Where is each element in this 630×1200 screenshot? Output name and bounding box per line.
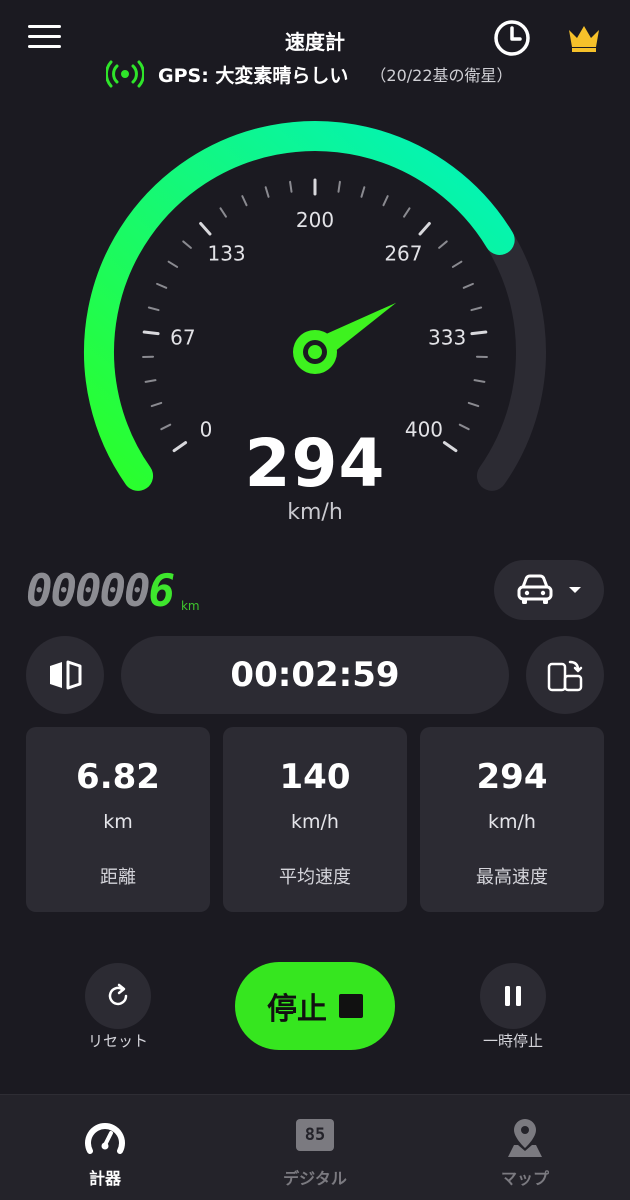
stat-card-max-speed: 294 km/h 最高速度	[420, 727, 604, 912]
gauge-tick	[337, 180, 341, 193]
odometer-unit: km	[180, 599, 200, 613]
gauge-tick	[360, 186, 366, 198]
max-speed-unit: km/h	[488, 811, 536, 833]
gauge-tick	[147, 306, 160, 312]
premium-button[interactable]	[566, 20, 602, 54]
average-speed-unit: km/h	[291, 811, 339, 833]
gps-signal-icon	[106, 60, 144, 88]
average-speed-label: 平均速度	[279, 867, 351, 888]
distance-value: 6.82	[76, 757, 160, 797]
max-speed-label: 最高速度	[476, 867, 548, 888]
gauge-tick	[199, 222, 212, 236]
bottom-navigation: 計器 85 デジタル マップ	[0, 1094, 630, 1200]
odometer: 00000 6 km	[26, 566, 200, 617]
speed-unit: km/h	[287, 500, 343, 525]
gauge-tick	[182, 240, 192, 249]
pause-icon	[505, 986, 521, 1006]
stop-button[interactable]: 停止	[235, 962, 395, 1050]
gauge-tick-label: 67	[170, 326, 195, 350]
clock-icon	[494, 20, 530, 56]
page-title: 速度計	[285, 30, 345, 54]
distance-unit: km	[103, 811, 133, 833]
nav-tab-digital-label: デジタル	[283, 1169, 347, 1188]
rotate-screen-button[interactable]	[526, 636, 604, 714]
reset-button[interactable]	[85, 963, 151, 1029]
digital-display-icon: 85	[296, 1119, 334, 1151]
gauge-tick	[438, 240, 448, 249]
gauge-tick	[451, 260, 463, 268]
gauge-needle-hub-center	[308, 345, 322, 359]
gauge-tick-label: 200	[296, 208, 334, 232]
gauge-tick	[142, 330, 160, 336]
stop-icon	[339, 994, 363, 1018]
gauge-tick	[403, 207, 411, 218]
gauge-tick	[144, 379, 157, 383]
distance-label: 距離	[100, 867, 136, 888]
speedometer-icon	[85, 1123, 125, 1154]
gauge-tick	[467, 401, 480, 408]
gauge-tick	[241, 195, 248, 207]
gps-satellite-count: （20/22基の衛星）	[370, 66, 513, 85]
stop-label: 停止	[267, 992, 327, 1027]
trip-timer: 00:02:59	[121, 636, 509, 714]
gauge-tick-label: 133	[207, 242, 245, 266]
chevron-down-icon	[569, 587, 581, 593]
gps-status-text: GPS: 大変素晴らしい	[158, 64, 349, 87]
refresh-icon	[108, 983, 128, 1006]
stat-card-distance: 6.82 km 距離	[26, 727, 210, 912]
gauge-tick	[473, 379, 486, 383]
digital-icon-text: 85	[304, 1125, 326, 1145]
gauge-tick	[382, 195, 389, 207]
gauge-tick	[219, 207, 227, 218]
gauge-tick	[462, 282, 474, 289]
max-speed-value: 294	[476, 757, 548, 797]
map-pin-icon	[508, 1119, 542, 1157]
average-speed-value: 140	[279, 757, 351, 797]
odometer-last-digit: 6	[148, 566, 175, 617]
gauge-tick	[167, 260, 179, 268]
stat-card-average-speed: 140 km/h 平均速度	[223, 727, 407, 912]
gps-status-row: GPS: 大変素晴らしい （20/22基の衛星）	[106, 60, 513, 88]
pause-label: 一時停止	[482, 1032, 543, 1050]
gauge-tick	[264, 186, 270, 198]
gauge-tick	[418, 222, 431, 236]
nav-tab-map[interactable]: マップ	[420, 1095, 630, 1200]
car-icon	[517, 574, 553, 604]
gauge-tick	[289, 180, 293, 193]
nav-tab-digital[interactable]: 85 デジタル	[210, 1095, 420, 1200]
pause-button[interactable]	[480, 963, 546, 1029]
gauge-tick-label: 267	[384, 242, 422, 266]
history-button[interactable]	[492, 18, 532, 58]
gauge-tick	[156, 282, 168, 289]
gauge-tick	[470, 330, 488, 336]
nav-tab-map-label: マップ	[500, 1169, 549, 1188]
nav-tab-gauge[interactable]: 計器	[0, 1095, 210, 1200]
rotate-device-icon	[547, 660, 583, 692]
gauge-tick	[150, 401, 163, 408]
reset-label: リセット	[87, 1032, 148, 1050]
crown-icon	[569, 26, 599, 52]
vehicle-select-button[interactable]	[494, 560, 604, 620]
current-speed: 294	[244, 425, 386, 502]
nav-tab-gauge-label: 計器	[88, 1169, 121, 1188]
hud-mirror-icon	[50, 660, 82, 690]
odometer-leading-digits: 00000	[26, 566, 150, 617]
gauge-tick	[470, 306, 483, 312]
mirror-mode-button[interactable]	[26, 636, 104, 714]
gauge-tick-label: 333	[428, 326, 466, 350]
